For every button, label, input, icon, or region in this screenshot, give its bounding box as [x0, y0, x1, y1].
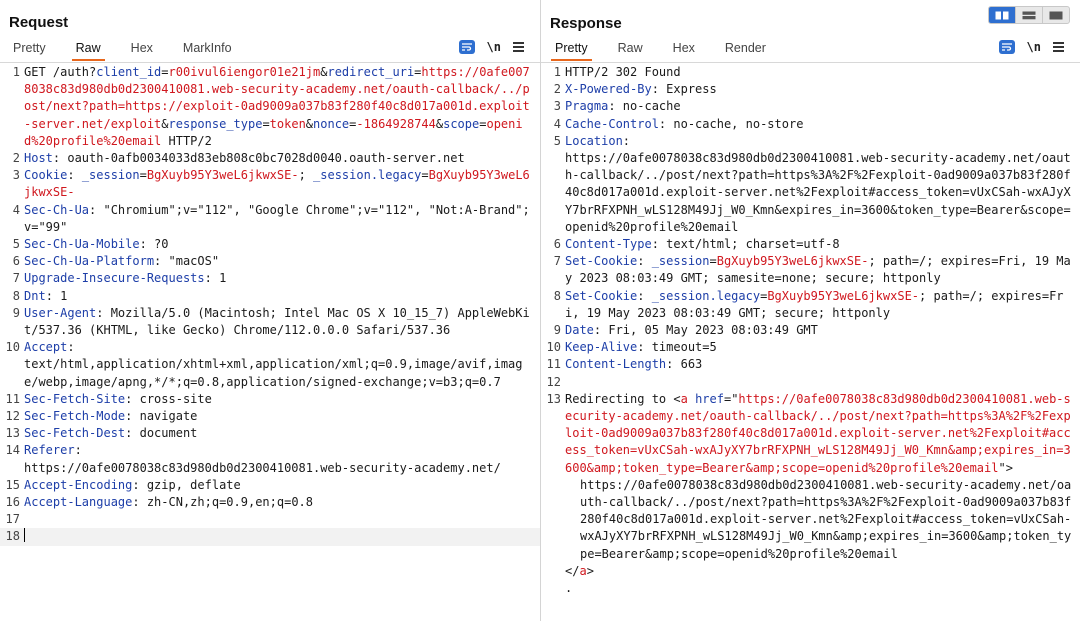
response-line-4: 4 Cache-Control: no-cache, no-store	[553, 116, 804, 131]
response-line-6: 6 Content-Type: text/html; charset=utf-8	[553, 237, 840, 252]
menu-icon[interactable]	[513, 42, 524, 52]
request-editor[interactable]: 1 GET /auth?client_id=r00ivul6iengor01e2…	[0, 64, 540, 621]
request-line-10: 10 Accept: text/html,application/xhtml+x…	[5, 340, 523, 389]
response-line-11: 11 Content-Length: 663	[546, 357, 703, 372]
request-line-7: 7 Upgrade-Insecure-Requests: 1	[12, 271, 227, 286]
request-line-13: 13 Sec-Fetch-Dest: document	[5, 426, 198, 441]
request-tools: \n	[458, 40, 524, 54]
tab-pretty[interactable]: Pretty	[551, 38, 592, 61]
response-divider	[541, 62, 1080, 63]
response-pane: Response Pretty Raw Hex Render \n 1 HTTP…	[541, 0, 1080, 621]
request-line-4: 4 Sec-Ch-Ua: "Chromium";v="112", "Google…	[12, 202, 530, 234]
request-line-6: 6 Sec-Ch-Ua-Platform: "macOS"	[12, 254, 220, 269]
request-line-15: 15 Accept-Encoding: gzip, deflate	[5, 477, 241, 492]
response-line-13: 13 Redirecting to <a href="https://0afe0…	[546, 391, 1071, 475]
response-line-2: 2 X-Powered-By: Express	[553, 82, 717, 97]
response-line-3: 3 Pragma: no-cache	[553, 99, 681, 114]
response-line-13-body: https://0afe0078038c83d980db0d2300410081…	[580, 477, 1072, 561]
tab-render[interactable]: Render	[721, 38, 770, 58]
request-line-18[interactable]: 18	[0, 528, 540, 546]
response-line-12: 12	[546, 374, 561, 389]
request-line-17: 17	[5, 512, 20, 527]
request-line-3: 3 Cookie: _session=BgXuyb95Y3weL6jkwxSE-…	[12, 168, 530, 200]
response-line-1: 1 HTTP/2 302 Found	[553, 65, 681, 79]
tab-pretty[interactable]: Pretty	[9, 38, 50, 58]
response-title: Response	[550, 15, 622, 32]
response-line-9: 9 Date: Fri, 05 May 2023 08:03:49 GMT	[553, 323, 818, 338]
tab-raw[interactable]: Raw	[614, 38, 647, 58]
request-line-16: 16 Accept-Language: zh-CN,zh;q=0.9,en;q=…	[5, 495, 313, 510]
layout-switcher	[988, 6, 1070, 24]
request-line-9: 9 User-Agent: Mozilla/5.0 (Macintosh; In…	[12, 305, 530, 338]
layout-single-icon[interactable]	[1043, 7, 1069, 23]
response-line-5: 5 Location: https://0afe0078038c83d980db…	[553, 133, 1071, 234]
word-wrap-icon[interactable]	[998, 40, 1015, 54]
request-line-2: 2 Host: oauth-0afb0034033d83eb808c0bc702…	[12, 151, 465, 166]
response-line-7: 7 Set-Cookie: _session=BgXuyb95Y3weL6jkw…	[553, 254, 1071, 286]
request-line-11: 11 Sec-Fetch-Site: cross-site	[5, 391, 212, 406]
request-pane: Request Pretty Raw Hex MarkInfo \n 1 GET…	[0, 0, 540, 621]
response-tools: \n	[998, 40, 1064, 54]
layout-side-by-side-icon[interactable]	[989, 7, 1016, 23]
request-line-14: 14 Referer: https://0afe0078038c83d980db…	[5, 443, 501, 475]
response-line-13-dot: .	[565, 581, 573, 596]
tab-hex[interactable]: Hex	[669, 38, 699, 58]
request-divider	[0, 62, 540, 63]
response-line-8: 8 Set-Cookie: _session.legacy=BgXuyb95Y3…	[553, 288, 1064, 320]
response-editor[interactable]: 1 HTTP/2 302 Found 2 X-Powered-By: Expre…	[541, 64, 1080, 621]
menu-icon[interactable]	[1053, 42, 1064, 52]
response-line-13-end: </a>	[565, 563, 594, 578]
word-wrap-icon[interactable]	[458, 40, 475, 54]
newline-toggle-icon[interactable]: \n	[1027, 40, 1041, 54]
request-line-5: 5 Sec-Ch-Ua-Mobile: ?0	[12, 237, 169, 252]
request-title: Request	[9, 14, 69, 31]
text-cursor	[24, 528, 25, 543]
tab-hex[interactable]: Hex	[127, 38, 157, 58]
newline-toggle-icon[interactable]: \n	[487, 40, 501, 54]
tab-raw[interactable]: Raw	[71, 38, 105, 61]
request-line-1: 1 GET /auth?client_id=r00ivul6iengor01e2…	[0, 64, 540, 150]
request-line-8: 8 Dnt: 1	[12, 288, 68, 303]
tab-markinfo[interactable]: MarkInfo	[179, 38, 236, 58]
request-line-12: 12 Sec-Fetch-Mode: navigate	[5, 409, 198, 424]
response-line-10: 10 Keep-Alive: timeout=5	[546, 340, 717, 355]
layout-stacked-icon[interactable]	[1016, 7, 1043, 23]
line-number: 1	[12, 65, 20, 79]
